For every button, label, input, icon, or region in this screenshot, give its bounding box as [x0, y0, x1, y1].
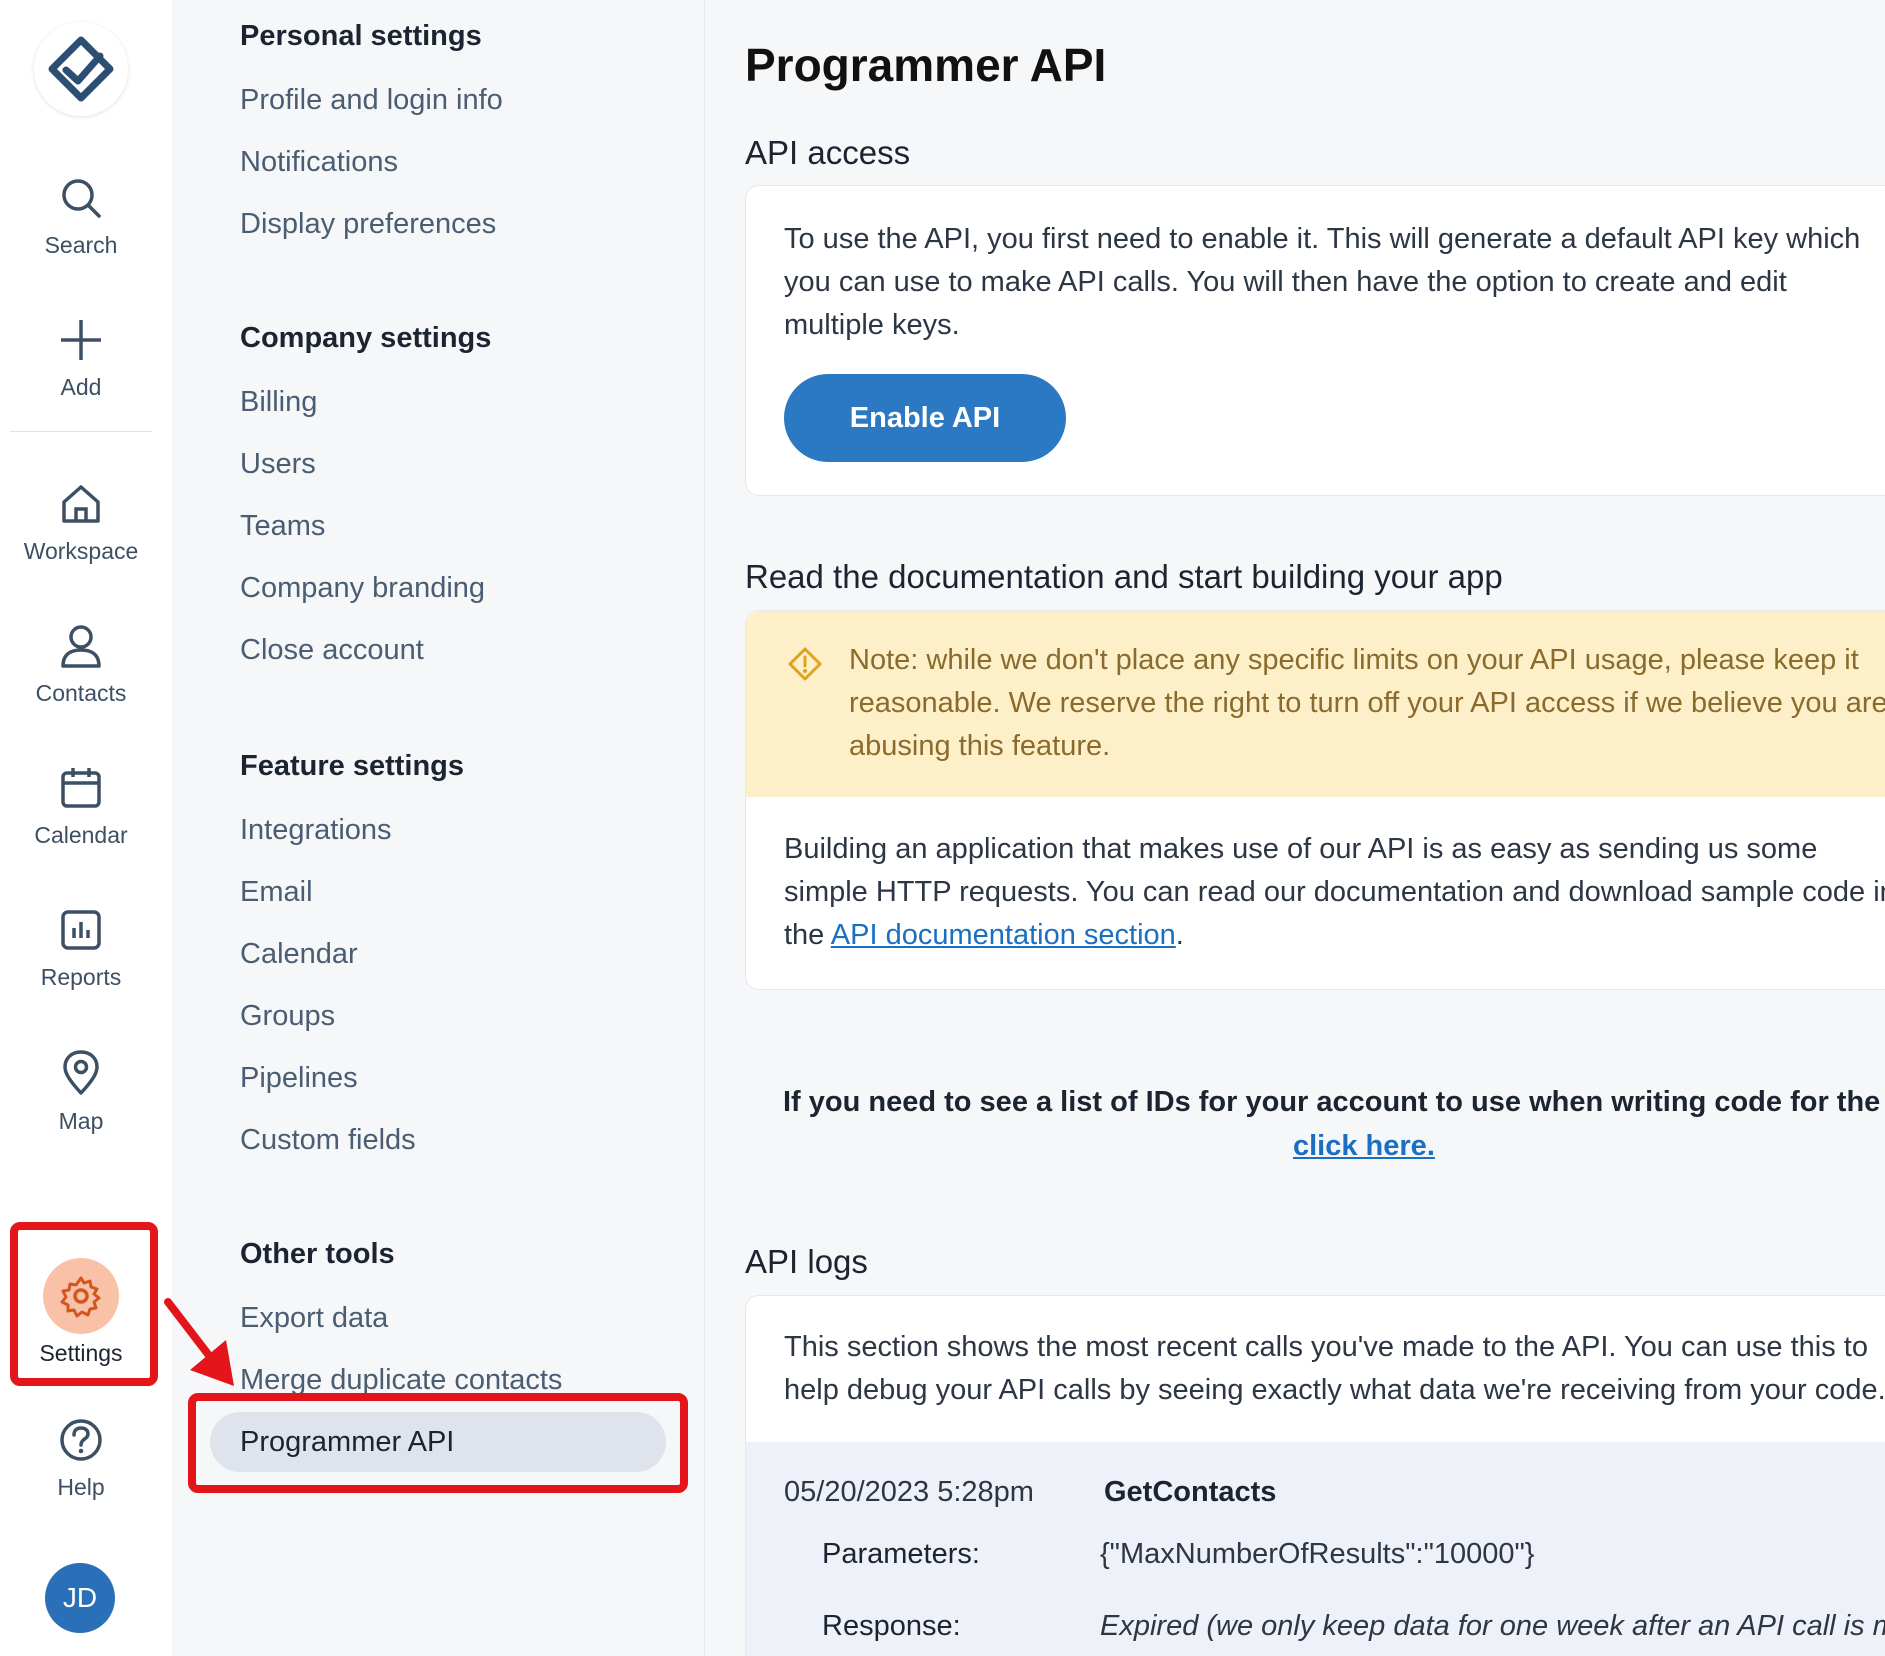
log-params-label: Parameters: — [822, 1538, 980, 1570]
section-title-company: Company settings — [240, 322, 492, 354]
api-logs-text: This section shows the most recent calls… — [784, 1331, 1885, 1406]
main-content: Programmer API API access To use the API… — [705, 0, 1885, 1656]
avatar[interactable]: JD — [45, 1563, 115, 1633]
chart-icon — [61, 910, 101, 950]
nav-link-notifications[interactable]: Notifications — [240, 146, 398, 179]
map-pin-icon — [63, 1050, 99, 1095]
nav-link-export[interactable]: Export data — [240, 1302, 388, 1335]
docs-card: Note: while we don't place any specific … — [745, 610, 1885, 990]
rail-label: Contacts — [35, 680, 127, 706]
calendar-icon — [61, 768, 101, 808]
rail-divider — [10, 431, 152, 432]
rail-add[interactable]: Add — [0, 318, 162, 401]
usage-note: Note: while we don't place any specific … — [746, 611, 1885, 797]
nav-link-teams[interactable]: Teams — [240, 510, 325, 543]
enable-api-button[interactable]: Enable API — [784, 374, 1066, 462]
log-response-value: Expired (we only keep data for one week … — [1100, 1610, 1885, 1642]
docs-heading: Read the documentation and start buildin… — [745, 558, 1503, 595]
log-entry: 05/20/2023 5:28pm GetContacts Parameters… — [746, 1442, 1885, 1656]
rail-workspace[interactable]: Workspace — [0, 482, 162, 565]
section-title-other: Other tools — [240, 1238, 395, 1270]
red-arrow-icon — [164, 1298, 234, 1386]
rail-reports[interactable]: Reports — [0, 908, 162, 991]
app-logo[interactable] — [34, 22, 128, 116]
docs-body-end: . — [1175, 919, 1184, 951]
api-access-card: To use the API, you first need to enable… — [745, 185, 1885, 496]
nav-link-display[interactable]: Display preferences — [240, 208, 496, 241]
nav-link-integrations[interactable]: Integrations — [240, 814, 392, 847]
rail-map[interactable]: Map — [0, 1050, 162, 1135]
log-time: 05/20/2023 5:28pm — [784, 1476, 1034, 1508]
rail-label: Help — [57, 1474, 105, 1500]
nav-link-email[interactable]: Email — [240, 876, 313, 909]
page-title: Programmer API — [745, 39, 1107, 91]
api-access-heading: API access — [745, 134, 911, 171]
home-icon — [62, 485, 100, 523]
rail-contacts[interactable]: Contacts — [0, 624, 162, 707]
person-icon — [61, 625, 101, 668]
icon-rail: Search Add Workspace Contacts Calendar R… — [0, 0, 173, 1656]
rail-label: Calendar — [34, 822, 128, 848]
nav-link-users[interactable]: Users — [240, 448, 316, 481]
log-method: GetContacts — [1104, 1476, 1277, 1508]
programmer-api-highlight-box — [188, 1393, 688, 1493]
rail-label: Reports — [40, 964, 122, 990]
nav-link-profile[interactable]: Profile and login info — [240, 84, 503, 117]
logo-icon — [48, 36, 114, 102]
api-documentation-link[interactable]: API documentation section — [831, 919, 1176, 951]
nav-link-pipelines[interactable]: Pipelines — [240, 1062, 358, 1095]
nav-link-custom-fields[interactable]: Custom fields — [240, 1124, 416, 1157]
nav-link-billing[interactable]: Billing — [240, 386, 317, 419]
settings-highlight-box — [10, 1222, 158, 1386]
nav-link-close-account[interactable]: Close account — [240, 634, 424, 667]
section-title-personal: Personal settings — [240, 20, 482, 52]
nav-link-branding[interactable]: Company branding — [240, 572, 485, 605]
api-logs-heading: API logs — [745, 1243, 868, 1280]
rail-label: Map — [58, 1108, 104, 1134]
rail-label: Search — [44, 232, 118, 258]
nav-link-calendar[interactable]: Calendar — [240, 938, 358, 971]
help-icon — [60, 1419, 102, 1461]
ids-click-here-link[interactable]: click here. — [1293, 1130, 1435, 1163]
api-access-text: To use the API, you first need to enable… — [784, 223, 1861, 341]
rail-help[interactable]: Help — [0, 1418, 162, 1501]
warning-icon — [788, 647, 822, 681]
rail-label: Workspace — [23, 538, 139, 564]
rail-label: Add — [60, 374, 102, 400]
section-title-feature: Feature settings — [240, 750, 464, 782]
search-icon — [62, 179, 101, 218]
docs-body: Building an application that makes use o… — [784, 828, 1885, 957]
nav-link-groups[interactable]: Groups — [240, 1000, 335, 1033]
ids-text: If you need to see a list of IDs for you… — [783, 1086, 1885, 1118]
log-response-label: Response: — [822, 1610, 961, 1642]
log-params-value: {"MaxNumberOfResults":"10000"} — [1100, 1538, 1535, 1570]
usage-note-text: Note: while we don't place any specific … — [849, 644, 1885, 762]
rail-search[interactable]: Search — [0, 176, 162, 259]
plus-icon — [61, 320, 101, 360]
api-logs-card: This section shows the most recent calls… — [745, 1295, 1885, 1656]
rail-calendar[interactable]: Calendar — [0, 766, 162, 849]
